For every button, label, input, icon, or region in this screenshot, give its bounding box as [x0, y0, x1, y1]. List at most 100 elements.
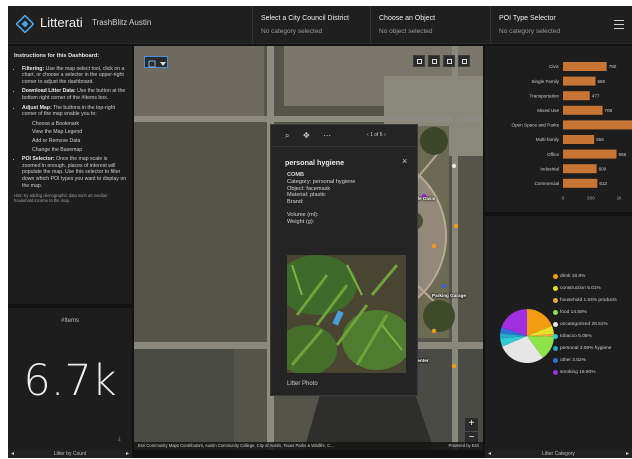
bar[interactable]: [563, 62, 607, 71]
legend-label: tobacco 5.05%: [560, 334, 592, 339]
legend-swatch: [553, 298, 558, 303]
selector-value: No category selected: [261, 28, 323, 35]
legend-item[interactable]: tobacco 5.05%: [553, 334, 592, 340]
menu-icon[interactable]: [614, 20, 624, 29]
app-subtitle: TrashBlitz Austin: [92, 18, 152, 27]
bar[interactable]: [563, 76, 596, 86]
legend-swatch: [553, 334, 558, 339]
litterati-logo-icon: [16, 15, 34, 33]
selector-value: No object selected: [379, 28, 433, 35]
legend-swatch: [553, 358, 558, 363]
legend-button[interactable]: [428, 55, 440, 67]
popup-line: Object: facemask: [287, 185, 331, 192]
dashboard: Litterati TrashBlitz Austin Select a Cit…: [8, 6, 632, 458]
bar-category-label: Multi-family: [536, 137, 560, 142]
zoom-to-icon[interactable]: ⌕: [285, 131, 289, 141]
instruction-subitem: View the Map Legend: [32, 129, 83, 136]
legend-label: household 1.64% products: [560, 298, 617, 303]
poi-bar-chart[interactable]: Civic 780 Single Family 580 Transportation 47…: [485, 46, 632, 212]
popup-line: Volume (ml):: [287, 211, 319, 218]
popup-attributes: COMB Category: personal hygiene Object: …: [287, 172, 355, 226]
instruction-item: Adjust Map: The buttons in the top-right…: [22, 105, 127, 154]
instruction-item: Filtering: Use the map select tool, clic…: [22, 66, 127, 86]
object-selector[interactable]: Choose an Object No object selected: [370, 6, 490, 44]
map-label: Parking Garage: [432, 293, 466, 298]
next-feature-icon[interactable]: ›: [383, 132, 386, 138]
bar-category-label: Transportation: [530, 93, 560, 98]
legend-swatch: [553, 370, 558, 375]
bar-value-label: 706: [605, 108, 613, 113]
bar-value-label: 780: [609, 64, 617, 69]
download-icon[interactable]: ⤓: [118, 436, 121, 443]
bar[interactable]: [563, 120, 632, 130]
legend-item[interactable]: food 14.59%: [553, 310, 587, 316]
select-tool-button[interactable]: [144, 56, 168, 68]
poi-type-selector[interactable]: POI Type Selector No category selected: [490, 6, 608, 44]
popup-title: personal hygiene: [285, 158, 345, 167]
x-tick-label: 0: [562, 195, 565, 200]
photo-caption: Litter Photo: [287, 381, 318, 387]
litter-photo-image: [287, 255, 406, 373]
bar[interactable]: [563, 91, 590, 101]
bar[interactable]: [563, 164, 597, 174]
pan-icon[interactable]: ✥: [303, 131, 310, 140]
legend-item[interactable]: uncategorized 28.51%: [553, 322, 608, 328]
bar-category-label: Open Space and Parks: [512, 123, 560, 128]
x-tick-label: 1k: [617, 195, 623, 200]
legend-item[interactable]: personal 3.08% hygiene: [553, 346, 612, 352]
legend-label: construction 5.01%: [560, 286, 601, 291]
basemap-button[interactable]: [458, 55, 470, 67]
popup-line: Brand:: [287, 199, 304, 206]
item-count-value: 6.7k: [23, 356, 117, 406]
legend-item[interactable]: drink 18.8%: [553, 274, 586, 280]
next-arrow-icon[interactable]: ▸: [126, 450, 129, 457]
litter-category-pie[interactable]: [499, 308, 555, 364]
bar-value-label: 956: [619, 152, 627, 157]
instruction-item: POI Selector: Once the map scale is zoom…: [22, 156, 127, 189]
legend-label: uncategorized 28.51%: [560, 322, 608, 327]
map-tools: [413, 55, 471, 67]
legend-label: smoking 19.80%: [560, 370, 596, 375]
attribution-text: Esri Community Maps Contributors, Austin…: [138, 443, 334, 448]
selector-value: No category selected: [499, 28, 561, 35]
bar-value-label: 580: [597, 79, 605, 84]
bar[interactable]: [563, 135, 595, 144]
powered-by-text: Powered by Esri: [448, 443, 480, 448]
selector-title: POI Type Selector: [499, 15, 556, 22]
item-count-title: #Items: [60, 318, 79, 324]
selector-title: Choose an Object: [379, 15, 436, 22]
bar[interactable]: [563, 105, 603, 115]
legend-item[interactable]: smoking 19.80%: [553, 370, 596, 376]
legend-label: food 14.59%: [560, 310, 587, 315]
litter-category-panel: drink 18.8% construction 5.01% household 1…: [485, 216, 632, 450]
map-view[interactable]: Brackenridge Austin Community College Au…: [134, 46, 483, 450]
bar-value-label: 477: [592, 93, 600, 98]
zoom-in-button[interactable]: +: [465, 418, 478, 431]
litter-photo[interactable]: [287, 255, 406, 373]
layers-icon: [447, 59, 452, 64]
legend-swatch: [553, 310, 558, 315]
popup-line: Material: plastic: [287, 192, 326, 199]
popup-pager-text: 1 of 6: [370, 132, 383, 138]
bookmark-button[interactable]: [413, 55, 425, 67]
popup-line: Category: personal hygiene: [287, 178, 356, 185]
popup-line: Weight (g):: [287, 218, 315, 225]
layers-button[interactable]: [443, 55, 455, 67]
bar-value-label: 600: [599, 166, 607, 171]
council-district-selector[interactable]: Select a City Council District No catego…: [252, 6, 365, 44]
next-arrow-icon[interactable]: ▸: [626, 450, 629, 457]
legend-label: drink 18.8%: [560, 274, 586, 279]
legend-label: personal 3.08% hygiene: [560, 346, 612, 351]
bar[interactable]: [563, 149, 617, 159]
popup-pager[interactable]: ‹ 1 of 6 ›: [367, 132, 386, 138]
legend-item[interactable]: household 1.64% products: [553, 298, 617, 304]
close-icon[interactable]: ×: [402, 156, 407, 166]
header-bar: Litterati TrashBlitz Austin Select a Cit…: [8, 6, 632, 44]
legend-item[interactable]: other 3.52%: [553, 358, 586, 364]
feature-popup: ⌕ ✥ ⋯ ‹ 1 of 6 › personal hygiene × COMB…: [270, 124, 418, 396]
count-footer-label: Litter by Count: [53, 451, 87, 457]
more-icon[interactable]: ⋯: [323, 131, 331, 140]
legend-swatch: [553, 346, 558, 351]
legend-item[interactable]: construction 5.01%: [553, 286, 601, 292]
bar[interactable]: [563, 178, 598, 188]
